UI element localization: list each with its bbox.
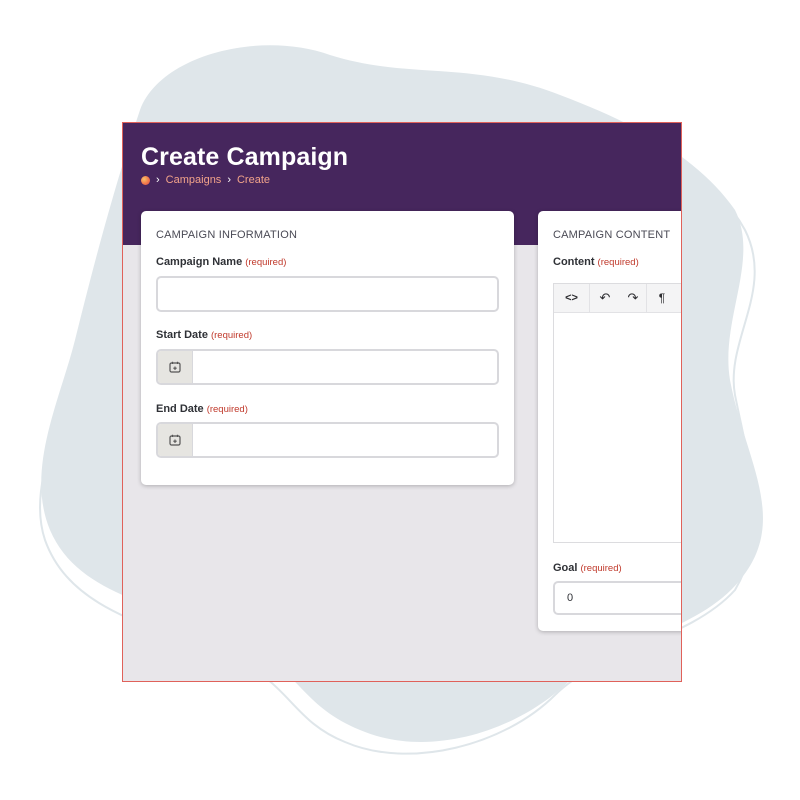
start-date-input[interactable] bbox=[193, 351, 497, 383]
editor-toolbar: <> ↶ ↷ ¶ bbox=[554, 284, 681, 313]
campaign-content-heading: CAMPAIGN CONTENT bbox=[553, 229, 671, 241]
calendar-icon[interactable] bbox=[158, 424, 193, 456]
app-window: Create Campaign › Campaigns › Create CAM… bbox=[122, 122, 682, 682]
campaign-name-label: Campaign Name (required) bbox=[156, 256, 286, 268]
page-title: Create Campaign bbox=[141, 143, 349, 171]
required-indicator: (required) bbox=[597, 257, 639, 268]
required-indicator: (required) bbox=[245, 257, 287, 268]
end-date-field bbox=[156, 422, 499, 458]
breadcrumb-separator: › bbox=[156, 174, 160, 186]
breadcrumb: › Campaigns › Create bbox=[141, 174, 270, 186]
start-date-label: Start Date (required) bbox=[156, 329, 252, 341]
redo-icon[interactable]: ↷ bbox=[620, 284, 646, 312]
code-view-icon[interactable]: <> bbox=[554, 284, 589, 312]
campaign-information-card: CAMPAIGN INFORMATION Campaign Name (requi… bbox=[141, 211, 514, 485]
editor-content-area[interactable] bbox=[554, 313, 681, 543]
campaign-name-input[interactable] bbox=[156, 276, 499, 312]
goal-label-text: Goal bbox=[553, 562, 578, 574]
end-date-label: End Date (required) bbox=[156, 403, 248, 415]
required-indicator: (required) bbox=[580, 563, 622, 574]
calendar-icon[interactable] bbox=[158, 351, 193, 383]
goal-input[interactable] bbox=[553, 581, 681, 615]
end-date-input[interactable] bbox=[193, 424, 497, 456]
breadcrumb-campaigns-link[interactable]: Campaigns bbox=[166, 174, 222, 186]
start-date-label-text: Start Date bbox=[156, 329, 208, 341]
content-label: Content (required) bbox=[553, 256, 639, 268]
campaign-name-label-text: Campaign Name bbox=[156, 256, 243, 268]
required-indicator: (required) bbox=[210, 330, 253, 341]
content-editor: <> ↶ ↷ ¶ bbox=[553, 283, 681, 543]
content-label-text: Content bbox=[553, 256, 595, 268]
required-indicator: (required) bbox=[206, 404, 248, 415]
breadcrumb-create: Create bbox=[236, 174, 271, 186]
start-date-field bbox=[156, 349, 499, 385]
home-logo-icon[interactable] bbox=[141, 175, 150, 185]
end-date-label-text: End Date bbox=[156, 403, 204, 415]
campaign-content-card: CAMPAIGN CONTENT Content (required) <> ↶ … bbox=[538, 211, 681, 631]
goal-label: Goal (required) bbox=[553, 562, 622, 574]
breadcrumb-separator: › bbox=[227, 174, 231, 186]
paragraph-style-icon[interactable]: ¶ bbox=[647, 284, 677, 312]
campaign-information-heading: CAMPAIGN INFORMATION bbox=[156, 229, 298, 241]
undo-icon[interactable]: ↶ bbox=[590, 284, 620, 312]
